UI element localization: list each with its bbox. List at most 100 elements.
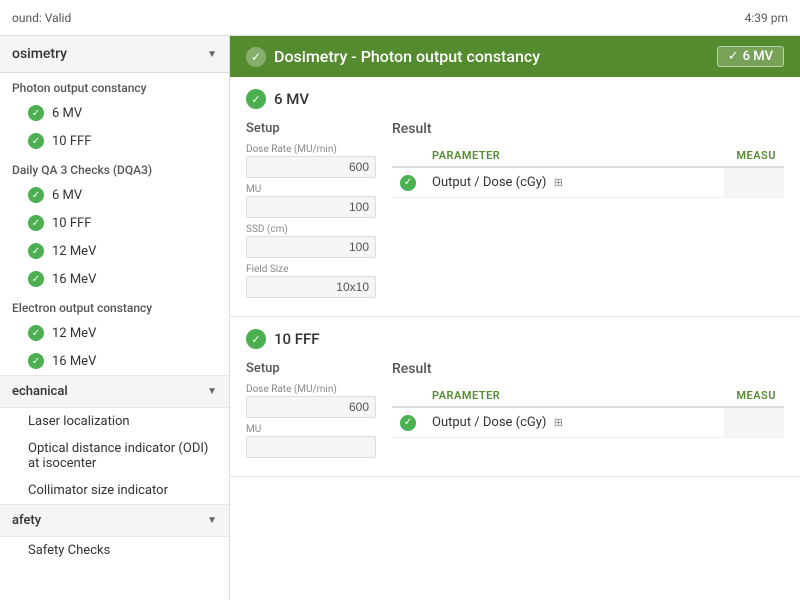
- col-check: [392, 385, 424, 407]
- table-row: ✓ Output / Dose (cGy) ⊞: [392, 167, 784, 197]
- dose-rate-input[interactable]: [246, 156, 376, 178]
- field-label: Dose Rate (MU/min): [246, 144, 376, 155]
- field-field-size: Field Size: [246, 264, 376, 298]
- measure-cell: [724, 407, 784, 437]
- sidebar-item-label: Laser localization: [28, 414, 130, 429]
- setup-box-6mv: Setup Dose Rate (MU/min) MU SSD (cm): [246, 121, 376, 304]
- chevron-down-icon: ▼: [207, 386, 217, 397]
- sidebar-item-label: 12 MeV: [52, 326, 96, 341]
- content-header: ✓ Dosimetry - Photon output constancy ✓ …: [230, 36, 800, 77]
- section-10fff-columns: Setup Dose Rate (MU/min) MU Result: [246, 361, 784, 464]
- sidebar-item-label: 16 MeV: [52, 272, 96, 287]
- row-check-cell: ✓: [392, 167, 424, 197]
- content-area: ✓ Dosimetry - Photon output constancy ✓ …: [230, 36, 800, 600]
- field-size-input[interactable]: [246, 276, 376, 298]
- field-label: SSD (cm): [246, 224, 376, 235]
- check-icon: ✓: [28, 215, 44, 231]
- check-icon: ✓: [28, 353, 44, 369]
- sidebar-section-dailyqa3: Daily QA 3 Checks (DQA3): [0, 155, 229, 181]
- setup-box-10fff: Setup Dose Rate (MU/min) MU: [246, 361, 376, 464]
- col-measure: MEASU: [724, 145, 784, 167]
- sidebar-item-label: Safety Checks: [28, 543, 110, 558]
- section-6mv: ✓ 6 MV Setup Dose Rate (MU/min) MU: [230, 77, 800, 317]
- row-check-cell: ✓: [392, 407, 424, 437]
- sidebar-item-12mev-electron[interactable]: ✓ 12 MeV: [0, 319, 229, 347]
- sidebar-header-dosimetry[interactable]: osimetry ▼: [0, 36, 229, 73]
- chart-icon[interactable]: ⊞: [554, 416, 563, 429]
- sidebar-item-6mv-photon[interactable]: ✓ 6 MV: [0, 99, 229, 127]
- col-parameter: PARAMETER: [424, 145, 724, 167]
- result-table-6mv: PARAMETER MEASU ✓ Output / Dose (cGy) ⊞: [392, 145, 784, 198]
- chart-icon[interactable]: ⊞: [554, 176, 563, 189]
- row-check-icon: ✓: [400, 175, 416, 191]
- sidebar-item-label: 12 MeV: [52, 244, 96, 259]
- result-box-6mv: Result PARAMETER MEASU: [392, 121, 784, 304]
- check-icon: ✓: [28, 187, 44, 203]
- parameter-cell: Output / Dose (cGy) ⊞: [424, 167, 724, 197]
- sidebar-group-label: echanical: [12, 384, 68, 399]
- sidebar-item-label: 10 FFF: [52, 134, 91, 149]
- sidebar-category-label: osimetry: [12, 46, 67, 62]
- time-display: 4:39 pm: [745, 11, 788, 25]
- result-table-10fff: PARAMETER MEASU ✓ Output / Dose (cGy) ⊞: [392, 385, 784, 438]
- dose-rate-input[interactable]: [246, 396, 376, 418]
- sidebar-item-label: 6 MV: [52, 106, 82, 121]
- top-bar: ound: Valid 4:39 pm: [0, 0, 800, 36]
- sidebar-group-safety[interactable]: afety ▼: [0, 504, 229, 537]
- check-icon: ✓: [28, 271, 44, 287]
- section-10fff-title: ✓ 10 FFF: [246, 329, 784, 349]
- sidebar-item-12mev-qa3[interactable]: ✓ 12 MeV: [0, 237, 229, 265]
- sidebar-item-10fff-photon[interactable]: ✓ 10 FFF: [0, 127, 229, 155]
- sidebar-item-label: Collimator size indicator: [28, 483, 168, 498]
- ssd-input[interactable]: [246, 236, 376, 258]
- section-title-text: 6 MV: [274, 90, 309, 108]
- sidebar-item-collimator[interactable]: Collimator size indicator: [0, 477, 229, 504]
- field-label: Dose Rate (MU/min): [246, 384, 376, 395]
- table-row: ✓ Output / Dose (cGy) ⊞: [392, 407, 784, 437]
- badge-check: ✓: [728, 49, 739, 64]
- field-mu: MU: [246, 184, 376, 218]
- sidebar-item-odi[interactable]: Optical distance indicator (ODI) at isoc…: [0, 435, 229, 477]
- sidebar-item-16mev-electron[interactable]: ✓ 16 MeV: [0, 347, 229, 375]
- field-label: MU: [246, 184, 376, 195]
- check-icon: ✓: [28, 105, 44, 121]
- sidebar-item-16mev-qa3[interactable]: ✓ 16 MeV: [0, 265, 229, 293]
- measure-cell: [724, 167, 784, 197]
- header-check-icon: ✓: [246, 47, 266, 67]
- mu-input[interactable]: [246, 196, 376, 218]
- sidebar-item-laser[interactable]: Laser localization: [0, 408, 229, 435]
- mu-input[interactable]: [246, 436, 376, 458]
- field-mu: MU: [246, 424, 376, 458]
- section-check-icon: ✓: [246, 329, 266, 349]
- field-dose-rate: Dose Rate (MU/min): [246, 144, 376, 178]
- field-ssd: SSD (cm): [246, 224, 376, 258]
- section-6mv-columns: Setup Dose Rate (MU/min) MU SSD (cm): [246, 121, 784, 304]
- check-icon: ✓: [28, 243, 44, 259]
- chevron-down-icon: ▼: [207, 515, 217, 526]
- sidebar-item-label: 6 MV: [52, 188, 82, 203]
- field-label: Field Size: [246, 264, 376, 275]
- row-check-icon: ✓: [400, 415, 416, 431]
- sidebar-item-6mv-qa3[interactable]: ✓ 6 MV: [0, 181, 229, 209]
- chevron-down-icon: ▼: [207, 49, 217, 60]
- col-measure: MEASU: [724, 385, 784, 407]
- section-check-icon: ✓: [246, 89, 266, 109]
- badge-label: 6 MV: [743, 49, 773, 64]
- sidebar-item-10fff-qa3[interactable]: ✓ 10 FFF: [0, 209, 229, 237]
- setup-label: Setup: [246, 361, 376, 376]
- main-layout: osimetry ▼ Photon output constancy ✓ 6 M…: [0, 36, 800, 600]
- header-badge: ✓ 6 MV: [717, 46, 784, 67]
- sidebar: osimetry ▼ Photon output constancy ✓ 6 M…: [0, 36, 230, 600]
- sidebar-item-label: 16 MeV: [52, 354, 96, 369]
- sidebar-group-mechanical[interactable]: echanical ▼: [0, 375, 229, 408]
- sidebar-item-label: Optical distance indicator (ODI) at isoc…: [28, 441, 217, 471]
- sidebar-group-label: afety: [12, 513, 41, 528]
- header-left: ✓ Dosimetry - Photon output constancy: [246, 47, 540, 67]
- field-dose-rate: Dose Rate (MU/min): [246, 384, 376, 418]
- status-text: ound: Valid: [12, 11, 71, 25]
- sidebar-item-label: 10 FFF: [52, 216, 91, 231]
- result-label: Result: [392, 121, 784, 137]
- parameter-cell: Output / Dose (cGy) ⊞: [424, 407, 724, 437]
- content-header-title: Dosimetry - Photon output constancy: [274, 47, 540, 66]
- sidebar-item-safety-checks[interactable]: Safety Checks: [0, 537, 229, 564]
